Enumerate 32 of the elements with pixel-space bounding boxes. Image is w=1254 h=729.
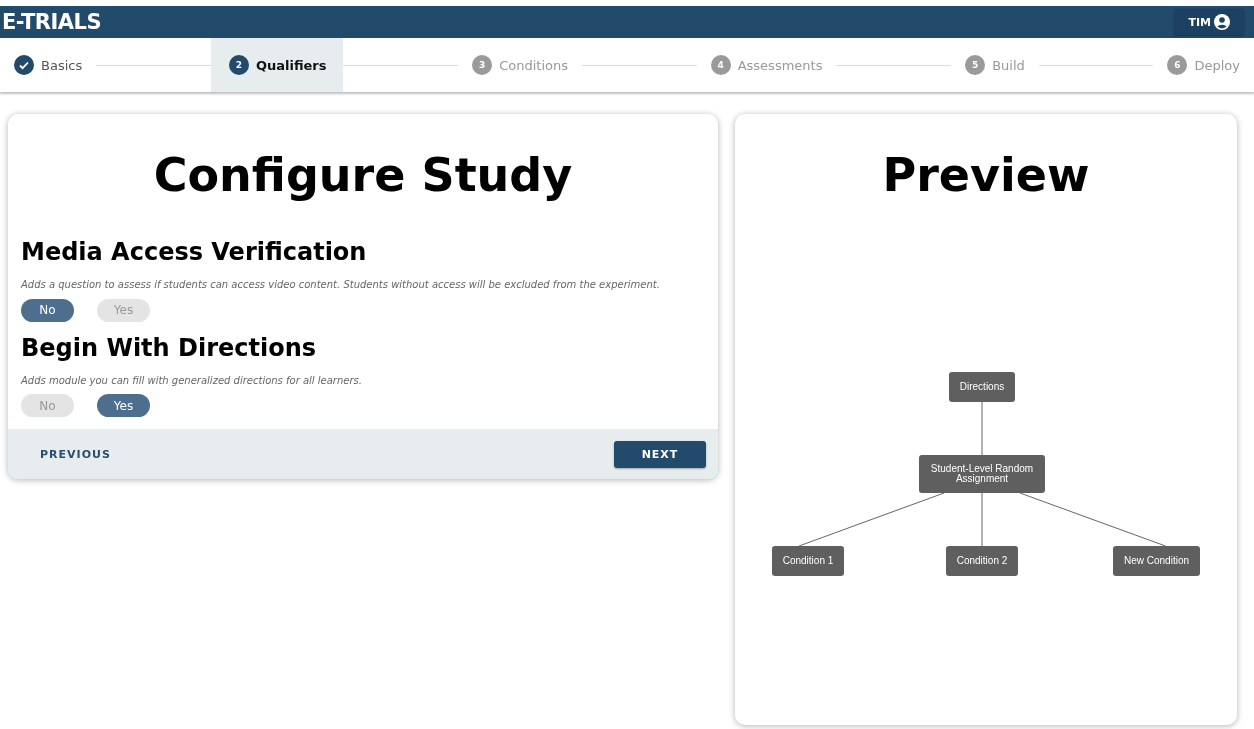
diagram-node: New Condition <box>1113 546 1200 576</box>
check-icon <box>14 55 34 75</box>
card-title: Preview <box>882 148 1090 202</box>
diagram-node: Directions <box>949 372 1015 402</box>
diagram-node: Condition 2 <box>946 546 1018 576</box>
step-tab[interactable]: 2 Qualifiers <box>210 38 344 92</box>
step-tab[interactable]: 5 Build <box>951 38 1039 92</box>
connector-line <box>981 492 983 547</box>
step-tab[interactable]: Basics <box>0 38 97 92</box>
logo: E-TRIALS <box>2 10 102 34</box>
section-heading: Begin With Directions <box>21 333 318 362</box>
step-number: 5 <box>965 55 986 75</box>
diagram-node: Student-Level Random Assignment <box>919 455 1045 493</box>
option-toggle[interactable]: Yes <box>97 394 150 417</box>
option-toggle[interactable]: No <box>21 298 74 322</box>
step-number: 6 <box>1167 55 1188 75</box>
diagram-node: Condition 1 <box>772 546 844 576</box>
section-description: Adds a question to assess if students can access video content. Students without access will be excluded from the experiment. <box>21 280 661 291</box>
step-tab[interactable]: 4 Assessments <box>696 38 837 92</box>
step-tab[interactable]: 6 Deploy <box>1153 38 1254 92</box>
step-number: 3 <box>472 55 493 75</box>
section-heading: Media Access Verification <box>21 238 368 266</box>
next-button[interactable]: NEXT <box>614 440 706 468</box>
card-title: Configure Study <box>152 148 574 202</box>
user-icon <box>1214 14 1230 30</box>
step-tab[interactable]: 3 Conditions <box>458 38 582 92</box>
section-description: Adds module you can fill with generalized directions for all learners. <box>21 375 363 386</box>
step-number: 4 <box>710 55 731 75</box>
step-number: 2 <box>228 55 249 75</box>
previous-button[interactable]: PREVIOUS <box>34 446 117 462</box>
user-button[interactable]: TIM <box>1174 9 1244 35</box>
connector-line <box>981 401 983 456</box>
